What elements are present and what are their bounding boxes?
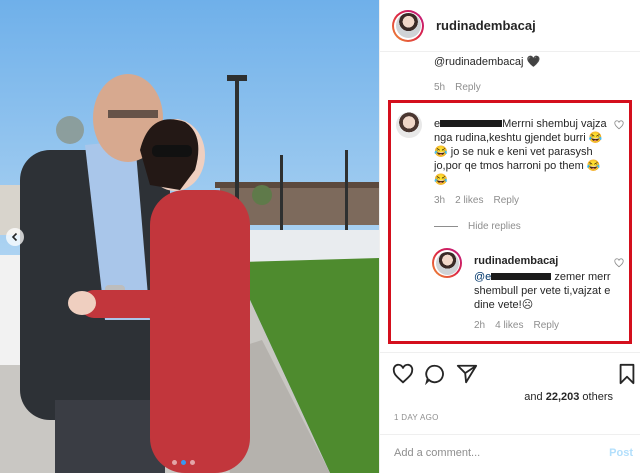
previous-comment-text: @rudinadembacaj 🖤 <box>434 56 541 68</box>
header-username[interactable]: rudinadembacaj <box>436 18 536 33</box>
comment-time[interactable]: 5h <box>434 82 445 93</box>
comment-time[interactable]: 2h <box>474 320 485 331</box>
reply-mention[interactable]: @e <box>474 271 552 283</box>
heart-icon[interactable] <box>614 258 624 268</box>
comment-icon[interactable] <box>424 363 446 385</box>
carousel-dot <box>190 460 195 465</box>
comment-input[interactable] <box>394 447 594 459</box>
post-photo[interactable] <box>0 0 379 473</box>
divider <box>434 226 458 227</box>
carousel-prev-button[interactable] <box>6 228 24 246</box>
chevron-left-icon <box>11 232 18 242</box>
comment-meta: 3h 2 likes Reply <box>434 195 519 206</box>
heart-icon[interactable] <box>392 363 414 385</box>
post-button[interactable]: Post <box>609 447 633 459</box>
comment-time[interactable]: 3h <box>434 195 445 206</box>
comment-likes[interactable]: 2 likes <box>455 195 483 206</box>
avatar[interactable] <box>396 112 422 138</box>
carousel-dot-active <box>181 460 186 465</box>
share-icon[interactable] <box>456 363 478 385</box>
reply-button[interactable]: Reply <box>533 320 559 331</box>
hide-replies-button[interactable]: Hide replies <box>434 221 521 232</box>
reply-body: rudinadembacaj @e zemer merr shembull pe… <box>474 254 616 312</box>
avatar[interactable] <box>432 248 462 278</box>
add-comment-bar: Post <box>380 434 640 473</box>
avatar[interactable] <box>392 9 424 42</box>
comment-likes[interactable]: 4 likes <box>495 320 523 331</box>
post-timestamp[interactable]: 1 DAY AGO <box>394 413 439 422</box>
photo-scene <box>0 0 379 473</box>
reply-button[interactable]: Reply <box>455 82 481 93</box>
comment-author-redacted[interactable]: e <box>434 118 503 130</box>
bookmark-icon[interactable] <box>616 363 638 385</box>
heart-icon[interactable] <box>614 120 624 130</box>
post-header: rudinadembacaj <box>380 0 640 52</box>
likes-summary[interactable]: and 22,203 others <box>524 391 613 403</box>
previous-comment-meta: 5h Reply <box>434 82 481 93</box>
hide-replies-label: Hide replies <box>468 221 521 232</box>
post-side-panel: rudinadembacaj @rudinadembacaj 🖤 5h Repl… <box>379 0 640 473</box>
reply-button[interactable]: Reply <box>493 195 519 206</box>
action-bar <box>380 352 640 392</box>
carousel-indicator <box>172 460 195 465</box>
likes-count: 22,203 <box>545 391 580 403</box>
reply-username[interactable]: rudinadembacaj <box>474 254 616 268</box>
reply-meta: 2h 4 likes Reply <box>474 320 559 331</box>
carousel-dot <box>172 460 177 465</box>
comment-body: e Merrni shembuj vajza nga rudina,keshtu … <box>434 117 610 187</box>
